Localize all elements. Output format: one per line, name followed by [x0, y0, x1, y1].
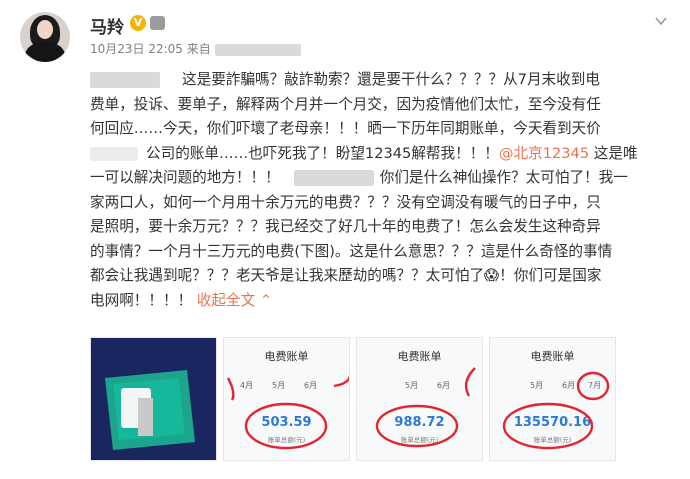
post-text-segment: 费单，投诉、要单子，解释两个月并一个月交，因为疫情他们太忙，至今没有任: [90, 95, 601, 113]
dark-image-graphic: [105, 370, 195, 450]
post-text-segment: 电网啊！！！！: [90, 291, 197, 309]
post-text-line: 的事情？一个月十三万元的电费(下图)。这是什么意思？？？這是什么奇怪的事情: [90, 240, 675, 265]
post-text-segment: 是照明，要十余万元？？？我已经交了好几十年的电费了！怎么会发生这种奇异: [90, 218, 601, 235]
red-circle-annotation: [226, 368, 349, 450]
post-text-segment: 家两口人，如何一个月用十余万元的电费？？？没有空调没有暖气的日子中，只: [90, 193, 601, 211]
post-text: 这是要詐騙嗎？敲詐勒索？還是要干什么？？？？从7月末收到电费单，投诉、要单子，解…: [90, 68, 675, 313]
red-circle-annotation: [375, 367, 476, 448]
bill-thumb-2[interactable]: 电费账单 5月 6月 988.72 账单总额(元): [356, 337, 483, 461]
red-circle-annotation: [502, 371, 610, 450]
blurred-company: [90, 146, 138, 161]
blurred-source: [214, 43, 301, 56]
avatar-face: [37, 20, 53, 39]
post-text-segment: 都会让我遇到呢？？？老天爷是让我来歷劫的嗎？？太可怕了: [90, 267, 485, 284]
image-thumb-1[interactable]: [90, 337, 217, 461]
post-text-segment: 公司的账单……也吓死我了！盼望12345解帮我！！！: [146, 144, 499, 162]
bill-thumb-3[interactable]: 电费账单 5月 6月 7月 135570.16 账单总额(元): [489, 337, 616, 461]
post-text-segment: 这是唯: [589, 144, 638, 162]
post-text-segment: 你们是什么神仙操作？太可怕了！我一: [379, 169, 628, 186]
collapse-text-link[interactable]: ⌃: [255, 292, 272, 309]
post-text-line: 是照明，要十余万元？？？我已经交了好几十年的电费了！怎么会发生这种奇异: [90, 215, 675, 240]
scream-emoji-icon: 😱: [484, 267, 500, 284]
post-text-line: 费单，投诉、要单子，解释两个月并一个月交，因为疫情他们太忙，至今没有任: [90, 93, 675, 118]
post-text-line: 电网啊！！！！ 收起全文 ⌃: [90, 289, 675, 314]
post-text-line: 家两口人，如何一个月用十余万元的电费？？？没有空调没有暖气的日子中，只: [90, 191, 675, 216]
bill-thumb-1[interactable]: 电费账单 4月 5月 6月 503.59 账单总额(元): [223, 337, 350, 461]
post-text-segment: 一可以解决问题的地方！！！: [90, 169, 280, 186]
collapse-text-link[interactable]: 收起全文: [197, 292, 255, 309]
author-name[interactable]: 马羚: [90, 13, 124, 38]
post-text-segment: ！你们可是国家: [499, 267, 602, 284]
verified-badge-icon: V: [130, 15, 146, 31]
post-text-line: 都会让我遇到呢？？？老天爷是让我来歷劫的嗎？？太可怕了😱！你们可是国家: [90, 264, 675, 289]
post-meta: 10月23日 22:05 来自: [90, 40, 301, 57]
post-timestamp[interactable]: 10月23日 22:05: [90, 42, 183, 56]
post-source-prefix: 来自: [186, 42, 211, 56]
post-text-line: 公司的账单……也吓死我了！盼望12345解帮我！！！@北京12345 这是唯: [90, 142, 675, 167]
blurred-mention: [90, 72, 160, 88]
post-text-segment: 的事情？一个月十三万元的电费(下图)。这是什么意思？？？這是什么奇怪的事情: [90, 242, 613, 260]
mention-link[interactable]: @北京12345: [499, 145, 589, 162]
author-avatar[interactable]: [20, 12, 70, 62]
post-text-line: 何回应……今天，你们吓壞了老母亲！！！晒一下历年同期账单，今天看到天价: [90, 117, 675, 142]
post-text-line: 一可以解决问题的地方！！！ 你们是什么神仙操作？太可怕了！我一: [90, 166, 675, 191]
blurred-mention: [293, 170, 374, 186]
post-text-segment: 这是要詐騙嗎？敲詐勒索？還是要干什么？？？？从7月末收到电: [182, 71, 600, 88]
chevron-down-icon[interactable]: [654, 14, 668, 28]
avatar-body: [25, 42, 65, 62]
post-text-line: 这是要詐騙嗎？敲詐勒索？還是要干什么？？？？从7月末收到电: [90, 68, 675, 93]
member-icon: [150, 16, 165, 30]
post-text-segment: 何回应……今天，你们吓壞了老母亲！！！晒一下历年同期账单，今天看到天价: [90, 120, 601, 137]
